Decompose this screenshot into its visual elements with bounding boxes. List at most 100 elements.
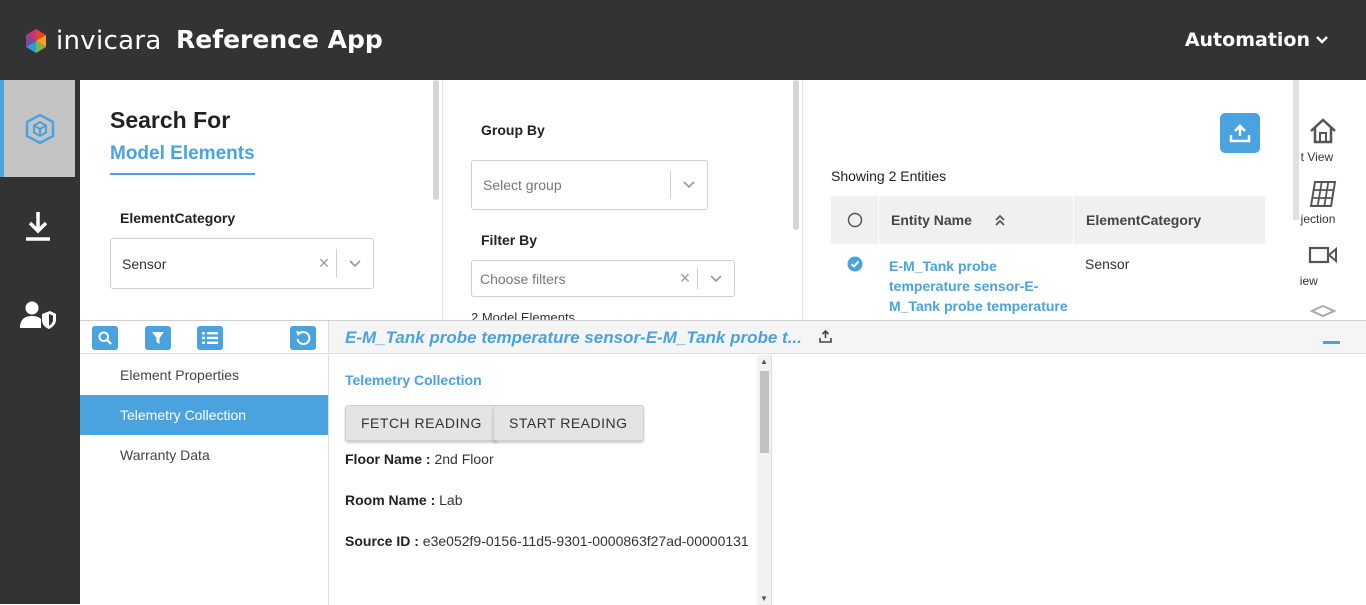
tab-telemetry-collection[interactable]: Telemetry Collection [80,395,328,435]
telemetry-content: Telemetry Collection FETCH READING START… [330,355,772,605]
room-name-row: Room Name : Lab [345,492,462,508]
detail-panel: E-M_Tank probe temperature sensor-E-M_Ta… [80,320,1366,605]
check-circle-icon [847,256,862,272]
pane-scrollbar[interactable] [793,80,799,230]
filter-placeholder: Choose filters [480,270,566,287]
brand-logo[interactable]: invicara [24,26,162,56]
user-shield-icon [19,301,56,329]
group-filter-pane: Group By Select group Filter By Choose f… [442,80,802,325]
reset-button[interactable] [290,326,316,350]
element-category-value: Sensor [122,255,167,272]
source-id-label: Source ID : [345,533,419,549]
upload-icon [1229,124,1251,143]
source-id-row: Source ID : e3e052f9-0156-11d5-9301-0000… [345,533,749,549]
app-title: Reference App [176,25,383,54]
showing-count: Showing 2 Entities [831,168,947,184]
select-all-checkbox[interactable] [831,212,878,228]
chevron-down-icon [1316,36,1328,44]
room-name-label: Room Name : [345,492,436,508]
filter-button[interactable] [145,326,171,350]
brand-name: invicara [56,26,162,56]
column-element-category-label: ElementCategory [1086,212,1202,228]
source-id-value: e3e052f9-0156-11d5-9301-0000863f27ad-000… [422,533,749,549]
table-header: Entity Name ElementCategory [831,196,1265,244]
scroll-down-icon[interactable]: ▼ [760,594,768,603]
pane-scrollbar[interactable] [433,80,439,200]
camera-view-tool[interactable]: View [1300,244,1366,288]
floor-name-row: Floor Name : 2nd Floor [345,451,494,467]
download-icon [25,211,50,241]
chevron-down-icon[interactable] [698,274,734,283]
projection-tool[interactable]: ojection [1300,180,1366,226]
nav-download-button[interactable] [0,177,75,274]
entity-table: Entity Name ElementCategory E-M_Tank pro… [831,196,1265,316]
reset-view-tool[interactable]: et View [1300,118,1366,164]
detail-title: E-M_Tank probe temperature sensor-E-M_Ta… [345,328,802,347]
left-nav [0,80,80,604]
nav-model-button[interactable] [0,80,75,177]
entity-category: Sensor [1085,256,1130,272]
tab-warranty-data[interactable]: Warranty Data [80,435,328,475]
filter-by-label: Filter By [481,232,538,248]
camera-view-label: View [1300,274,1318,288]
detail-tabs: Element Properties Telemetry Collection … [80,355,329,605]
export-icon[interactable] [819,329,832,348]
chevron-down-icon[interactable] [337,259,373,268]
element-category-select[interactable]: Sensor × [110,238,374,289]
room-name-value: Lab [439,492,463,508]
search-pane: Search For Model Elements ElementCategor… [80,80,442,320]
group-select[interactable]: Select group [471,160,708,210]
content-scrollbar[interactable]: ▲ ▼ [757,355,771,605]
detail-titlebar: E-M_Tank probe temperature sensor-E-M_Ta… [329,321,1366,354]
home-icon [1310,118,1336,144]
start-reading-button[interactable]: START READING [493,405,644,441]
view-toolbar: et View ojection View [1300,80,1366,320]
grid-cube-icon [1309,181,1337,207]
filter-select[interactable]: Choose filters × [471,260,735,297]
search-button[interactable] [92,326,118,350]
scroll-thumb[interactable] [760,371,769,453]
cube-tool[interactable] [1300,304,1366,320]
top-bar: invicara Reference App Automation [0,0,1366,80]
group-placeholder: Select group [483,177,562,193]
entity-name-link[interactable]: E-M_Tank probe temperature sensor-E-M_Ta… [878,256,1073,316]
search-icon [98,331,112,345]
nav-users-button[interactable] [0,266,75,363]
tab-model-elements[interactable]: Model Elements [110,143,255,175]
detail-toolbar [80,321,329,354]
floor-name-label: Floor Name : [345,451,431,467]
row-checkbox[interactable] [831,256,878,316]
column-element-category[interactable]: ElementCategory [1073,196,1265,244]
sort-icon[interactable] [994,213,1006,227]
search-heading: Search For [110,107,231,133]
video-camera-icon [1308,246,1337,264]
model-cube-icon [25,113,54,144]
cube-icon [1309,304,1337,318]
invicara-logo-icon [26,29,46,53]
column-entity-name[interactable]: Entity Name [878,196,1073,244]
user-menu-label: Automation [1184,29,1310,51]
undo-icon [296,331,311,346]
projection-label: ojection [1300,212,1336,226]
fetch-reading-button[interactable]: FETCH READING [345,405,498,441]
tab-element-properties[interactable]: Element Properties [80,355,328,395]
clear-icon[interactable]: × [312,253,336,274]
element-category-label: ElementCategory [120,210,236,226]
reset-view-label: et View [1300,150,1334,164]
clear-icon[interactable]: × [673,268,697,289]
group-by-label: Group By [481,122,545,138]
list-button[interactable] [197,326,223,350]
table-row[interactable]: E-M_Tank probe temperature sensor-E-M_Ta… [831,244,1265,316]
column-entity-name-label: Entity Name [891,212,972,228]
user-menu[interactable]: Automation [1185,29,1328,51]
floor-name-value: 2nd Floor [434,451,494,467]
minimize-icon[interactable] [1323,341,1340,344]
filter-icon [152,332,164,344]
scroll-up-icon[interactable]: ▲ [760,357,768,366]
section-title: Telemetry Collection [345,372,482,388]
chevron-down-icon[interactable] [671,181,707,189]
export-button[interactable] [1220,113,1260,153]
list-icon [202,332,218,344]
entities-scrollbar[interactable] [1293,80,1299,220]
entities-pane: Showing 2 Entities Entity Name ElementCa… [802,80,1300,320]
